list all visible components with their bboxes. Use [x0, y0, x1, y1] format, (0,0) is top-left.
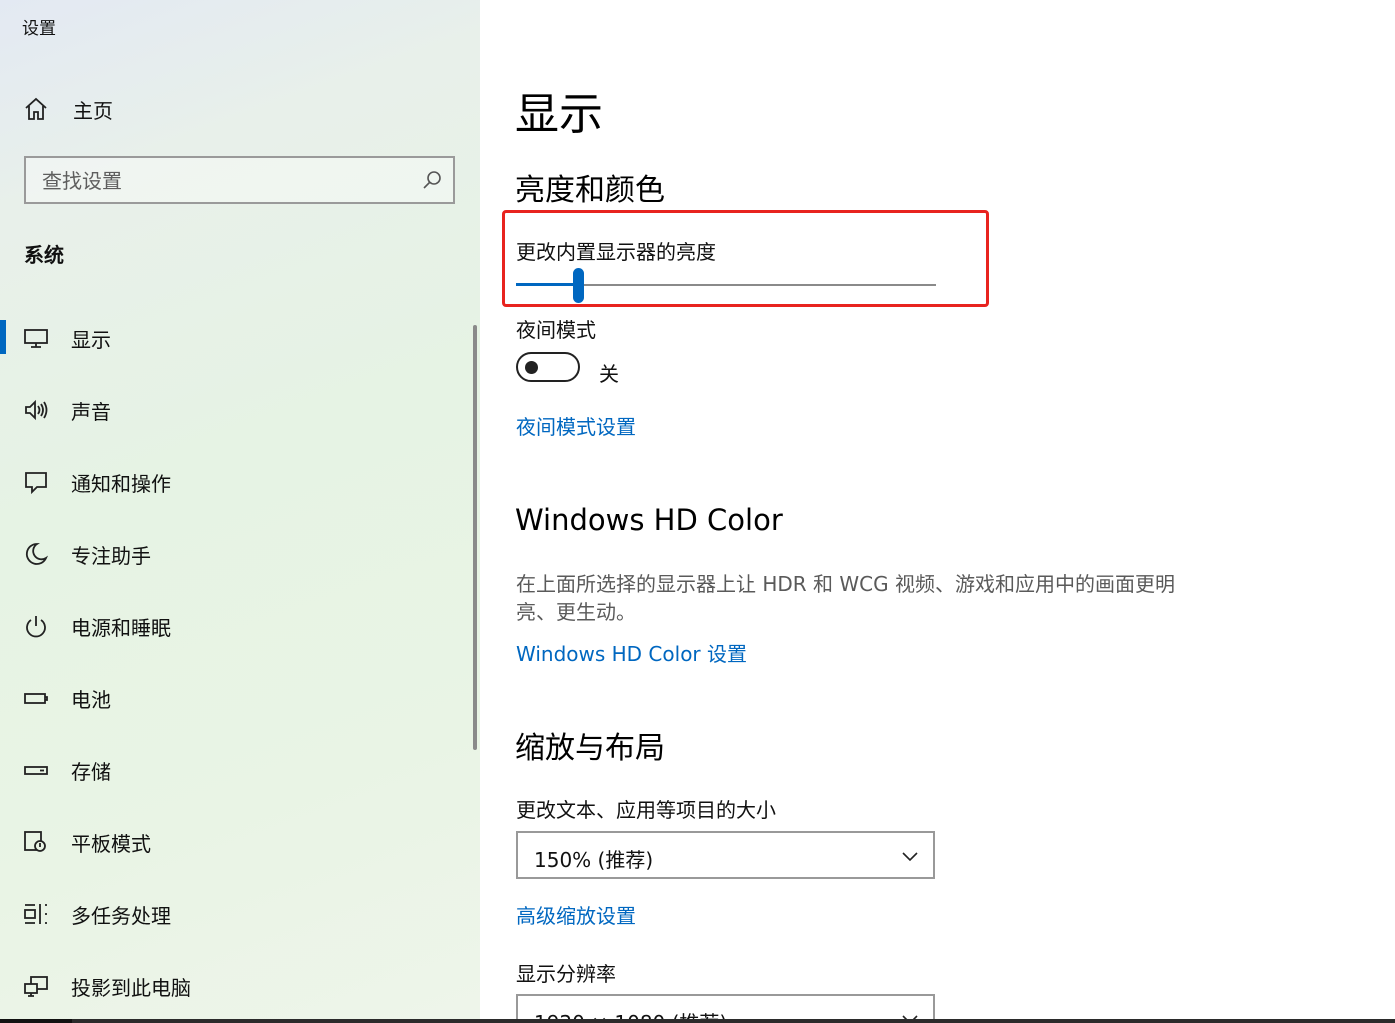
sidebar-item-label: 多任务处理	[71, 903, 171, 928]
sidebar-item-label: 电源和睡眠	[71, 615, 171, 640]
section-label: 系统	[24, 243, 64, 267]
hd-color-heading: Windows HD Color	[515, 503, 783, 537]
sidebar-item-label: 存储	[71, 759, 111, 784]
sidebar-item-label: 显示	[71, 327, 111, 352]
hd-color-description: 在上面所选择的显示器上让 HDR 和 WCG 视频、游戏和应用中的画面更明亮、更…	[516, 572, 1176, 624]
sidebar-item-focus-assist[interactable]: 专注助手	[0, 526, 470, 582]
sidebar-item-project-to-pc[interactable]: 投影到此电脑	[0, 958, 470, 1014]
sidebar-item-sound[interactable]: 声音	[0, 382, 470, 438]
scale-size-label: 更改文本、应用等项目的大小	[516, 798, 776, 822]
sidebar-item-power-sleep[interactable]: 电源和睡眠	[0, 598, 470, 654]
battery-icon	[22, 684, 50, 712]
home-icon	[22, 95, 50, 123]
search-field[interactable]	[24, 156, 455, 204]
brightness-slider-label: 更改内置显示器的亮度	[516, 240, 716, 264]
scale-dropdown-value: 150% (推荐)	[534, 848, 654, 872]
sidebar-item-home[interactable]: 主页	[0, 81, 470, 137]
taskbar-edge-accent	[0, 1019, 72, 1023]
multitasking-icon	[22, 900, 50, 928]
app-title: 设置	[22, 19, 56, 39]
sidebar-item-label: 平板模式	[71, 831, 151, 856]
sidebar-item-label: 声音	[71, 399, 111, 424]
sidebar-scrollbar[interactable]	[473, 325, 477, 750]
tablet-mode-icon	[22, 828, 50, 856]
sidebar-item-tablet-mode[interactable]: 平板模式	[0, 814, 470, 870]
toggle-knob	[525, 361, 538, 374]
chevron-down-icon	[902, 852, 918, 862]
sidebar-item-battery[interactable]: 电池	[0, 670, 470, 726]
monitor-icon	[22, 324, 50, 352]
power-icon	[22, 612, 50, 640]
brightness-slider-track[interactable]	[579, 284, 936, 286]
night-mode-toggle[interactable]	[516, 352, 580, 382]
sidebar-item-notifications[interactable]: 通知和操作	[0, 454, 470, 510]
sidebar-item-label: 投影到此电脑	[71, 975, 191, 1000]
page-title: 显示	[515, 89, 603, 140]
sidebar-item-storage[interactable]: 存储	[0, 742, 470, 798]
hd-color-settings-link[interactable]: Windows HD Color 设置	[516, 638, 747, 667]
sidebar-item-display[interactable]: 显示	[0, 310, 470, 366]
main-content: 显示 亮度和颜色 更改内置显示器的亮度 夜间模式 关 夜间模式设置 Window…	[480, 0, 1395, 1023]
moon-icon	[22, 540, 50, 568]
brightness-slider-thumb[interactable]	[573, 268, 584, 303]
brightness-slider-fill[interactable]	[516, 283, 579, 286]
advanced-scaling-link[interactable]: 高级缩放设置	[516, 900, 636, 929]
sidebar-item-label: 通知和操作	[71, 471, 171, 496]
notification-icon	[22, 468, 50, 496]
brightness-color-heading: 亮度和颜色	[515, 173, 665, 208]
speaker-icon	[22, 396, 50, 424]
project-icon	[22, 972, 50, 1000]
sidebar: 设置 主页 系统 显示 声音	[0, 0, 480, 1023]
scale-dropdown[interactable]: 150% (推荐)	[516, 831, 935, 879]
sidebar-item-label: 主页	[73, 98, 113, 123]
sidebar-item-label: 专注助手	[71, 543, 151, 568]
search-icon[interactable]	[421, 169, 443, 191]
night-mode-state: 关	[599, 362, 619, 386]
resolution-label: 显示分辨率	[516, 962, 616, 986]
sidebar-item-multitasking[interactable]: 多任务处理	[0, 886, 470, 942]
night-mode-label: 夜间模式	[516, 318, 596, 342]
scale-layout-heading: 缩放与布局	[515, 731, 665, 766]
search-input[interactable]	[40, 158, 414, 204]
sidebar-item-label: 电池	[71, 687, 111, 712]
night-mode-settings-link[interactable]: 夜间模式设置	[516, 411, 636, 440]
storage-icon	[22, 756, 50, 784]
taskbar-edge	[0, 1019, 1395, 1023]
